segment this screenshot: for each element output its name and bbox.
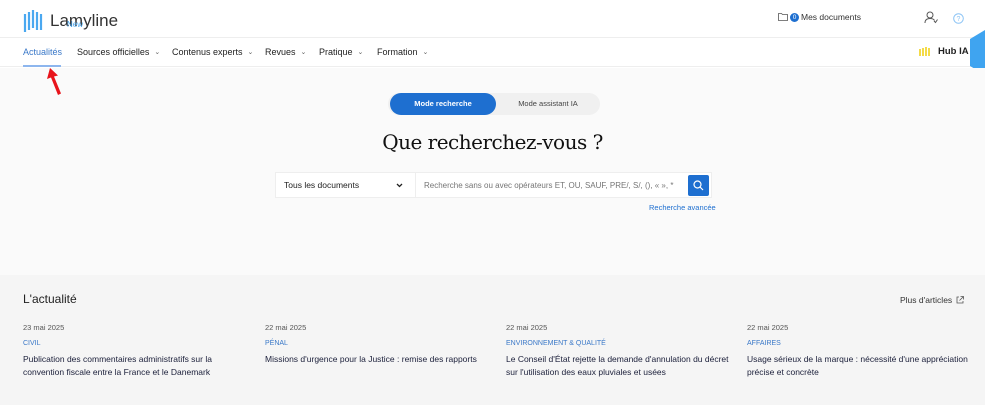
chevron-down-icon: ⌄ (154, 49, 161, 56)
folder-icon (778, 13, 788, 21)
news-headline[interactable]: Usage sérieux de la marque : nécessité d… (747, 353, 972, 379)
hub-ia-icon (919, 47, 930, 56)
svg-text:?: ? (957, 16, 961, 23)
news-date: 22 mai 2025 (265, 323, 307, 332)
chevron-down-icon: ⌄ (422, 49, 429, 56)
more-articles-link[interactable]: Plus d'articles (900, 295, 965, 305)
user-account-icon[interactable] (924, 11, 938, 24)
news-card: 22 mai 2025 AFFAIRES Usage sérieux de la… (747, 323, 972, 379)
search-bar: Tous les documents (275, 172, 712, 198)
news-category[interactable]: ENVIRONNEMENT & QUALITÉ (506, 340, 731, 347)
document-type-select[interactable]: Tous les documents (276, 173, 416, 197)
nav-label: Actualités (23, 47, 63, 57)
news-date: 22 mai 2025 (506, 323, 548, 332)
top-header: Lamyline New 0 Mes documents ? (0, 0, 985, 38)
chevron-down-icon: ⌄ (357, 49, 364, 56)
search-input[interactable] (416, 173, 688, 197)
select-value: Tous les documents (284, 180, 360, 190)
advanced-search-link[interactable]: Recherche avancée (649, 203, 716, 212)
active-tab-indicator (23, 65, 61, 67)
mode-toggle: Mode recherche Mode assistant IA (388, 93, 600, 115)
mode-ai-assistant-button[interactable]: Mode assistant IA (496, 93, 600, 115)
help-icon[interactable]: ? (953, 13, 964, 24)
search-button[interactable] (688, 175, 709, 196)
news-card: 22 mai 2025 PÉNAL Missions d'urgence pou… (265, 323, 490, 366)
nav-actualites[interactable]: Actualités (23, 47, 62, 57)
hub-ia-button[interactable]: Hub IA (919, 46, 969, 57)
logo-text: Lamyline (50, 11, 119, 30)
news-section: L'actualité Plus d'articles 23 mai 2025 … (0, 275, 985, 405)
news-date: 22 mai 2025 (747, 323, 789, 332)
news-title: L'actualité (23, 292, 77, 306)
news-category[interactable]: AFFAIRES (747, 340, 972, 347)
search-icon (693, 180, 704, 191)
mode-search-button[interactable]: Mode recherche (390, 93, 496, 115)
news-category[interactable]: CIVIL (23, 340, 248, 347)
nav-formation[interactable]: Formation ⌄ (377, 47, 428, 57)
lamyline-logo-icon (23, 10, 43, 32)
my-documents-link[interactable]: 0 Mes documents (778, 12, 861, 22)
nav-revues[interactable]: Revues ⌄ (265, 47, 306, 57)
chevron-down-icon (396, 183, 403, 187)
nav-label: Sources officielles (77, 47, 150, 57)
nav-pratique[interactable]: Pratique ⌄ (319, 47, 363, 57)
news-category[interactable]: PÉNAL (265, 340, 490, 347)
page-title: Que recherchez-vous ? (382, 130, 603, 154)
nav-contenus-experts[interactable]: Contenus experts ⌄ (172, 47, 253, 57)
nav-label: Formation (377, 47, 418, 57)
more-articles-label: Plus d'articles (900, 295, 953, 305)
nav-label: Revues (265, 47, 296, 57)
logo-new-badge: New (67, 20, 84, 29)
my-documents-label: Mes documents (801, 12, 861, 22)
chevron-down-icon: ⌄ (247, 49, 254, 56)
news-headline[interactable]: Le Conseil d'État rejette la demande d'a… (506, 353, 731, 379)
external-link-icon (956, 296, 965, 304)
search-hero: Mode recherche Mode assistant IA Que rec… (0, 68, 985, 275)
news-headline[interactable]: Publication des commentaires administrat… (23, 353, 248, 379)
nav-label: Contenus experts (172, 47, 243, 57)
news-headline[interactable]: Missions d'urgence pour la Justice : rem… (265, 353, 490, 366)
news-card: 22 mai 2025 ENVIRONNEMENT & QUALITÉ Le C… (506, 323, 731, 379)
hub-ia-label: Hub IA (938, 46, 969, 57)
news-date: 23 mai 2025 (23, 323, 65, 332)
documents-count-badge: 0 (790, 12, 799, 22)
news-card: 23 mai 2025 CIVIL Publication des commen… (23, 323, 248, 379)
annotation-arrow-icon (47, 68, 61, 95)
nav-label: Pratique (319, 47, 353, 57)
nav-sources-officielles[interactable]: Sources officielles ⌄ (77, 47, 160, 57)
chevron-down-icon: ⌄ (300, 49, 307, 56)
main-nav: Actualités Sources officielles ⌄ Contenus… (0, 38, 985, 67)
